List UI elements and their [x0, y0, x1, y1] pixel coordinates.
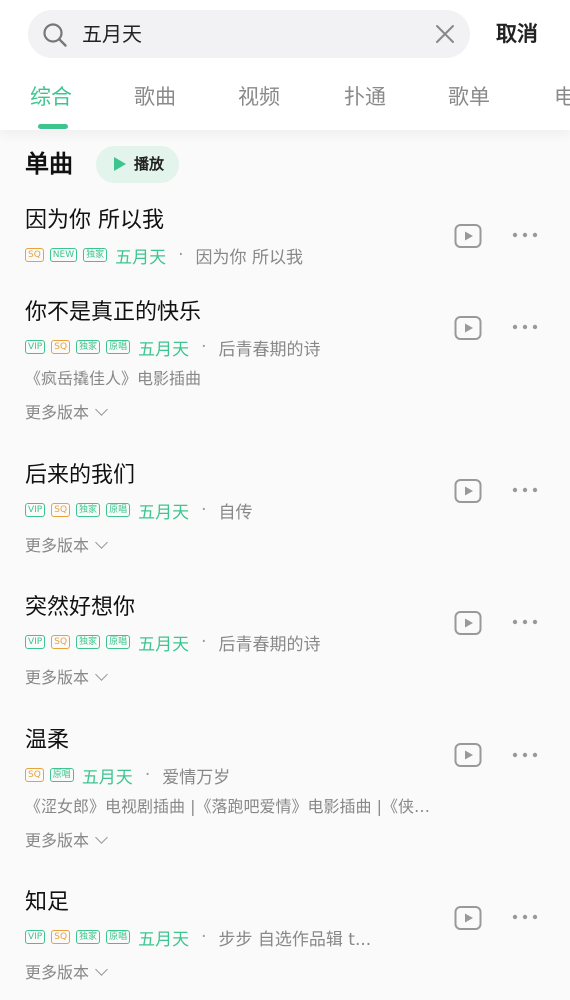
video-play-icon[interactable] — [454, 478, 482, 504]
play-icon — [114, 157, 126, 171]
tab-putong[interactable]: 扑通 — [344, 82, 386, 112]
close-icon[interactable] — [434, 23, 456, 45]
sq-badge: SQ — [51, 503, 71, 517]
song-title: 温柔 — [25, 728, 70, 753]
play-all-button[interactable]: 播放 — [96, 146, 179, 183]
more-versions-label: 更多版本 — [25, 668, 90, 687]
more-versions-label: 更多版本 — [25, 963, 90, 982]
vip-badge: VIP — [25, 930, 46, 944]
cancel-button[interactable]: 取消 — [496, 20, 538, 48]
song-title: 你不是真正的快乐 — [25, 300, 202, 325]
more-versions-button[interactable]: 更多版本 — [25, 830, 108, 852]
more-options-icon[interactable] — [512, 752, 538, 758]
tab-comprehensive[interactable]: 综合 — [30, 82, 72, 112]
more-options-icon[interactable] — [512, 324, 538, 330]
more-options-icon[interactable] — [512, 619, 538, 625]
exclusive-badge: 独家 — [76, 930, 101, 944]
more-versions-label: 更多版本 — [25, 536, 90, 555]
vip-badge: VIP — [25, 503, 46, 517]
section-title: 单曲 — [25, 150, 73, 178]
more-options-icon[interactable] — [512, 914, 538, 920]
exclusive-badge: 独家 — [83, 248, 108, 262]
song-description: 《涩女郎》电视剧插曲 |《落跑吧爱情》电影插曲 |《侠… — [25, 797, 430, 816]
song-album: 后青春期的诗 — [218, 634, 321, 655]
more-options-icon[interactable] — [512, 232, 538, 238]
sq-badge: SQ — [51, 635, 71, 649]
meta-separator: · — [178, 245, 184, 265]
meta-separator: · — [201, 500, 207, 520]
song-meta: VIP SQ 独家 原唱 五月天 · 后青春期的诗 — [25, 335, 321, 360]
meta-separator: · — [144, 765, 151, 785]
vip-badge: VIP — [25, 635, 46, 649]
song-artist[interactable]: 五月天 — [138, 498, 189, 523]
more-versions-button[interactable]: 更多版本 — [25, 535, 108, 557]
tab-videos[interactable]: 视频 — [238, 82, 280, 112]
more-versions-label: 更多版本 — [25, 403, 90, 422]
song-meta: SQ 原唱 五月天 · 爱情万岁 — [25, 763, 231, 788]
play-all-label: 播放 — [134, 155, 165, 173]
video-play-icon[interactable] — [454, 610, 482, 636]
chevron-down-icon — [95, 668, 108, 681]
chevron-down-icon — [95, 963, 108, 976]
vip-badge: VIP — [25, 340, 46, 354]
exclusive-badge: 独家 — [76, 635, 101, 649]
song-description: 《疯岳撬佳人》电影插曲 — [25, 369, 202, 388]
video-play-icon[interactable] — [454, 742, 482, 768]
song-meta: VIP SQ 独家 原唱 五月天 · 后青春期的诗 — [25, 630, 321, 655]
original-badge: 原唱 — [106, 340, 131, 354]
tab-radio[interactable]: 电 — [554, 82, 570, 112]
search-icon — [43, 23, 67, 47]
song-meta: VIP SQ 独家 原唱 五月天 · 自传 — [25, 498, 253, 523]
song-title: 突然好想你 — [25, 595, 136, 620]
song-album: 爱情万岁 — [162, 767, 231, 788]
meta-separator: · — [201, 927, 207, 947]
song-artist[interactable]: 五月天 — [82, 763, 133, 788]
tab-bar: 综合 歌曲 视频 扑通 歌单 电 — [0, 82, 570, 122]
sq-badge: SQ — [25, 248, 44, 262]
song-title: 知足 — [25, 890, 70, 915]
original-badge: 原唱 — [106, 635, 131, 649]
song-artist[interactable]: 五月天 — [138, 335, 189, 360]
more-options-icon[interactable] — [512, 487, 538, 493]
chevron-down-icon — [95, 831, 108, 844]
video-play-icon[interactable] — [454, 315, 482, 341]
song-title: 后来的我们 — [25, 463, 136, 488]
song-meta: SQ NEW 独家 五月天 · 因为你 所以我 — [25, 243, 303, 268]
original-badge: 原唱 — [106, 930, 131, 944]
original-badge: 原唱 — [106, 503, 131, 517]
more-versions-button[interactable]: 更多版本 — [25, 667, 108, 689]
more-versions-button[interactable]: 更多版本 — [25, 402, 108, 424]
song-artist[interactable]: 五月天 — [138, 925, 189, 950]
song-album: 因为你 所以我 — [195, 247, 303, 268]
search-input[interactable]: 五月天 — [28, 10, 470, 58]
more-versions-label: 更多版本 — [25, 831, 90, 850]
more-versions-button[interactable]: 更多版本 — [25, 962, 108, 984]
song-meta: VIP SQ 独家 原唱 五月天 · 步步 自选作品辑 t... — [25, 925, 372, 950]
song-album: 自传 — [218, 502, 253, 523]
chevron-down-icon — [95, 403, 108, 416]
new-badge: NEW — [49, 248, 78, 262]
meta-separator: · — [201, 632, 207, 652]
song-title: 因为你 所以我 — [25, 208, 164, 233]
song-artist[interactable]: 五月天 — [138, 630, 189, 655]
tab-songs[interactable]: 歌曲 — [134, 82, 176, 112]
sq-badge: SQ — [51, 340, 71, 354]
original-badge: 原唱 — [49, 768, 74, 782]
meta-separator: · — [201, 337, 207, 357]
top-bar: 五月天 取消 综合 歌曲 视频 扑通 歌单 电 — [0, 0, 570, 130]
exclusive-badge: 独家 — [76, 340, 101, 354]
sq-badge: SQ — [25, 768, 44, 782]
song-album: 后青春期的诗 — [218, 339, 321, 360]
exclusive-badge: 独家 — [76, 503, 101, 517]
chevron-down-icon — [95, 536, 108, 549]
video-play-icon[interactable] — [454, 223, 482, 249]
song-album: 步步 自选作品辑 t... — [218, 929, 372, 950]
song-artist[interactable]: 五月天 — [115, 243, 166, 268]
video-play-icon[interactable] — [454, 905, 482, 931]
tab-active-indicator — [38, 124, 68, 129]
tab-playlists[interactable]: 歌单 — [448, 82, 490, 112]
sq-badge: SQ — [51, 930, 71, 944]
search-query[interactable]: 五月天 — [82, 22, 142, 46]
